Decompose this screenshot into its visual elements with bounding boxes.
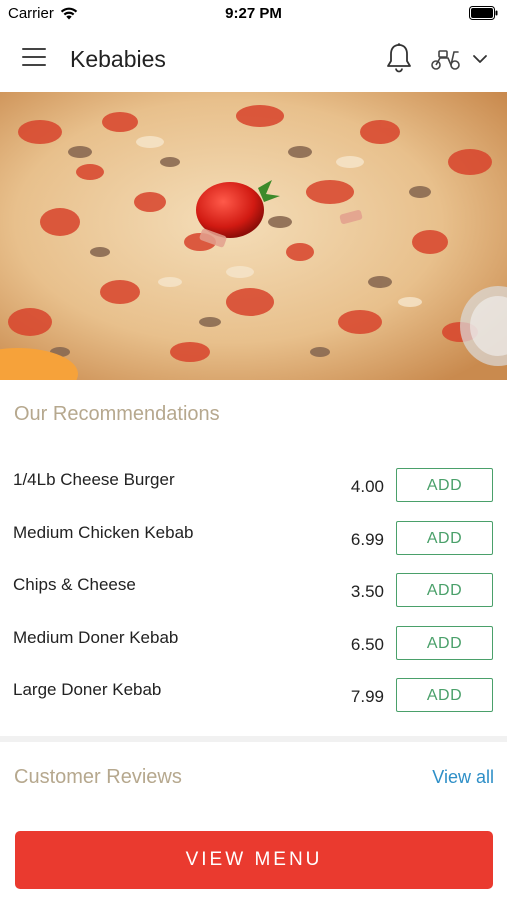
view-all-reviews-link[interactable]: View all <box>432 767 494 788</box>
item-price: 6.50 <box>350 634 384 654</box>
page-title: Kebabies <box>70 46 166 72</box>
list-item: 1/4Lb Cheese Burger 4.00 ADD <box>0 460 507 512</box>
app-bar: Kebabies <box>0 28 507 92</box>
view-menu-button[interactable]: VIEW MENU <box>15 831 493 889</box>
reviews-title: Customer Reviews <box>14 766 182 788</box>
recommendations-title: Our Recommendations <box>14 403 220 425</box>
item-name: Large Doner Kebab <box>13 680 162 699</box>
item-price: 3.50 <box>350 582 384 601</box>
item-name: Medium Chicken Kebab <box>13 522 194 542</box>
add-button[interactable]: ADD <box>396 573 493 607</box>
list-item: Chips & Cheese 3.50 ADD <box>0 565 507 617</box>
add-button[interactable]: ADD <box>396 468 493 502</box>
list-item: Large Doner Kebab 7.99 ADD <box>0 670 507 722</box>
item-name: Medium Doner Kebab <box>13 627 179 647</box>
add-button[interactable]: ADD <box>396 520 493 555</box>
item-price: 7.99 <box>350 687 384 706</box>
list-item: Medium Doner Kebab 6.50 ADD <box>0 618 507 670</box>
add-button[interactable]: ADD <box>396 678 493 712</box>
hero-pizza-image <box>0 92 507 380</box>
item-price: 6.99 <box>350 529 384 549</box>
scooter-icon[interactable] <box>430 46 462 72</box>
item-price: 4.00 <box>350 477 384 496</box>
app-screen: Carrier 9:27 PM Kebabies Our Recommendat… <box>0 0 507 900</box>
section-divider <box>0 736 507 742</box>
bell-icon[interactable] <box>384 42 414 74</box>
item-name: Chips & Cheese <box>13 575 136 594</box>
hamburger-menu-icon[interactable] <box>22 48 48 70</box>
battery-icon <box>469 6 499 24</box>
status-bar: Carrier 9:27 PM <box>0 0 507 28</box>
status-time: 9:27 PM <box>225 5 282 22</box>
chevron-down-icon[interactable] <box>472 52 488 66</box>
item-name: 1/4Lb Cheese Burger <box>13 470 175 489</box>
list-item: Medium Chicken Kebab 6.99 ADD <box>0 513 507 565</box>
add-button[interactable]: ADD <box>396 625 493 660</box>
